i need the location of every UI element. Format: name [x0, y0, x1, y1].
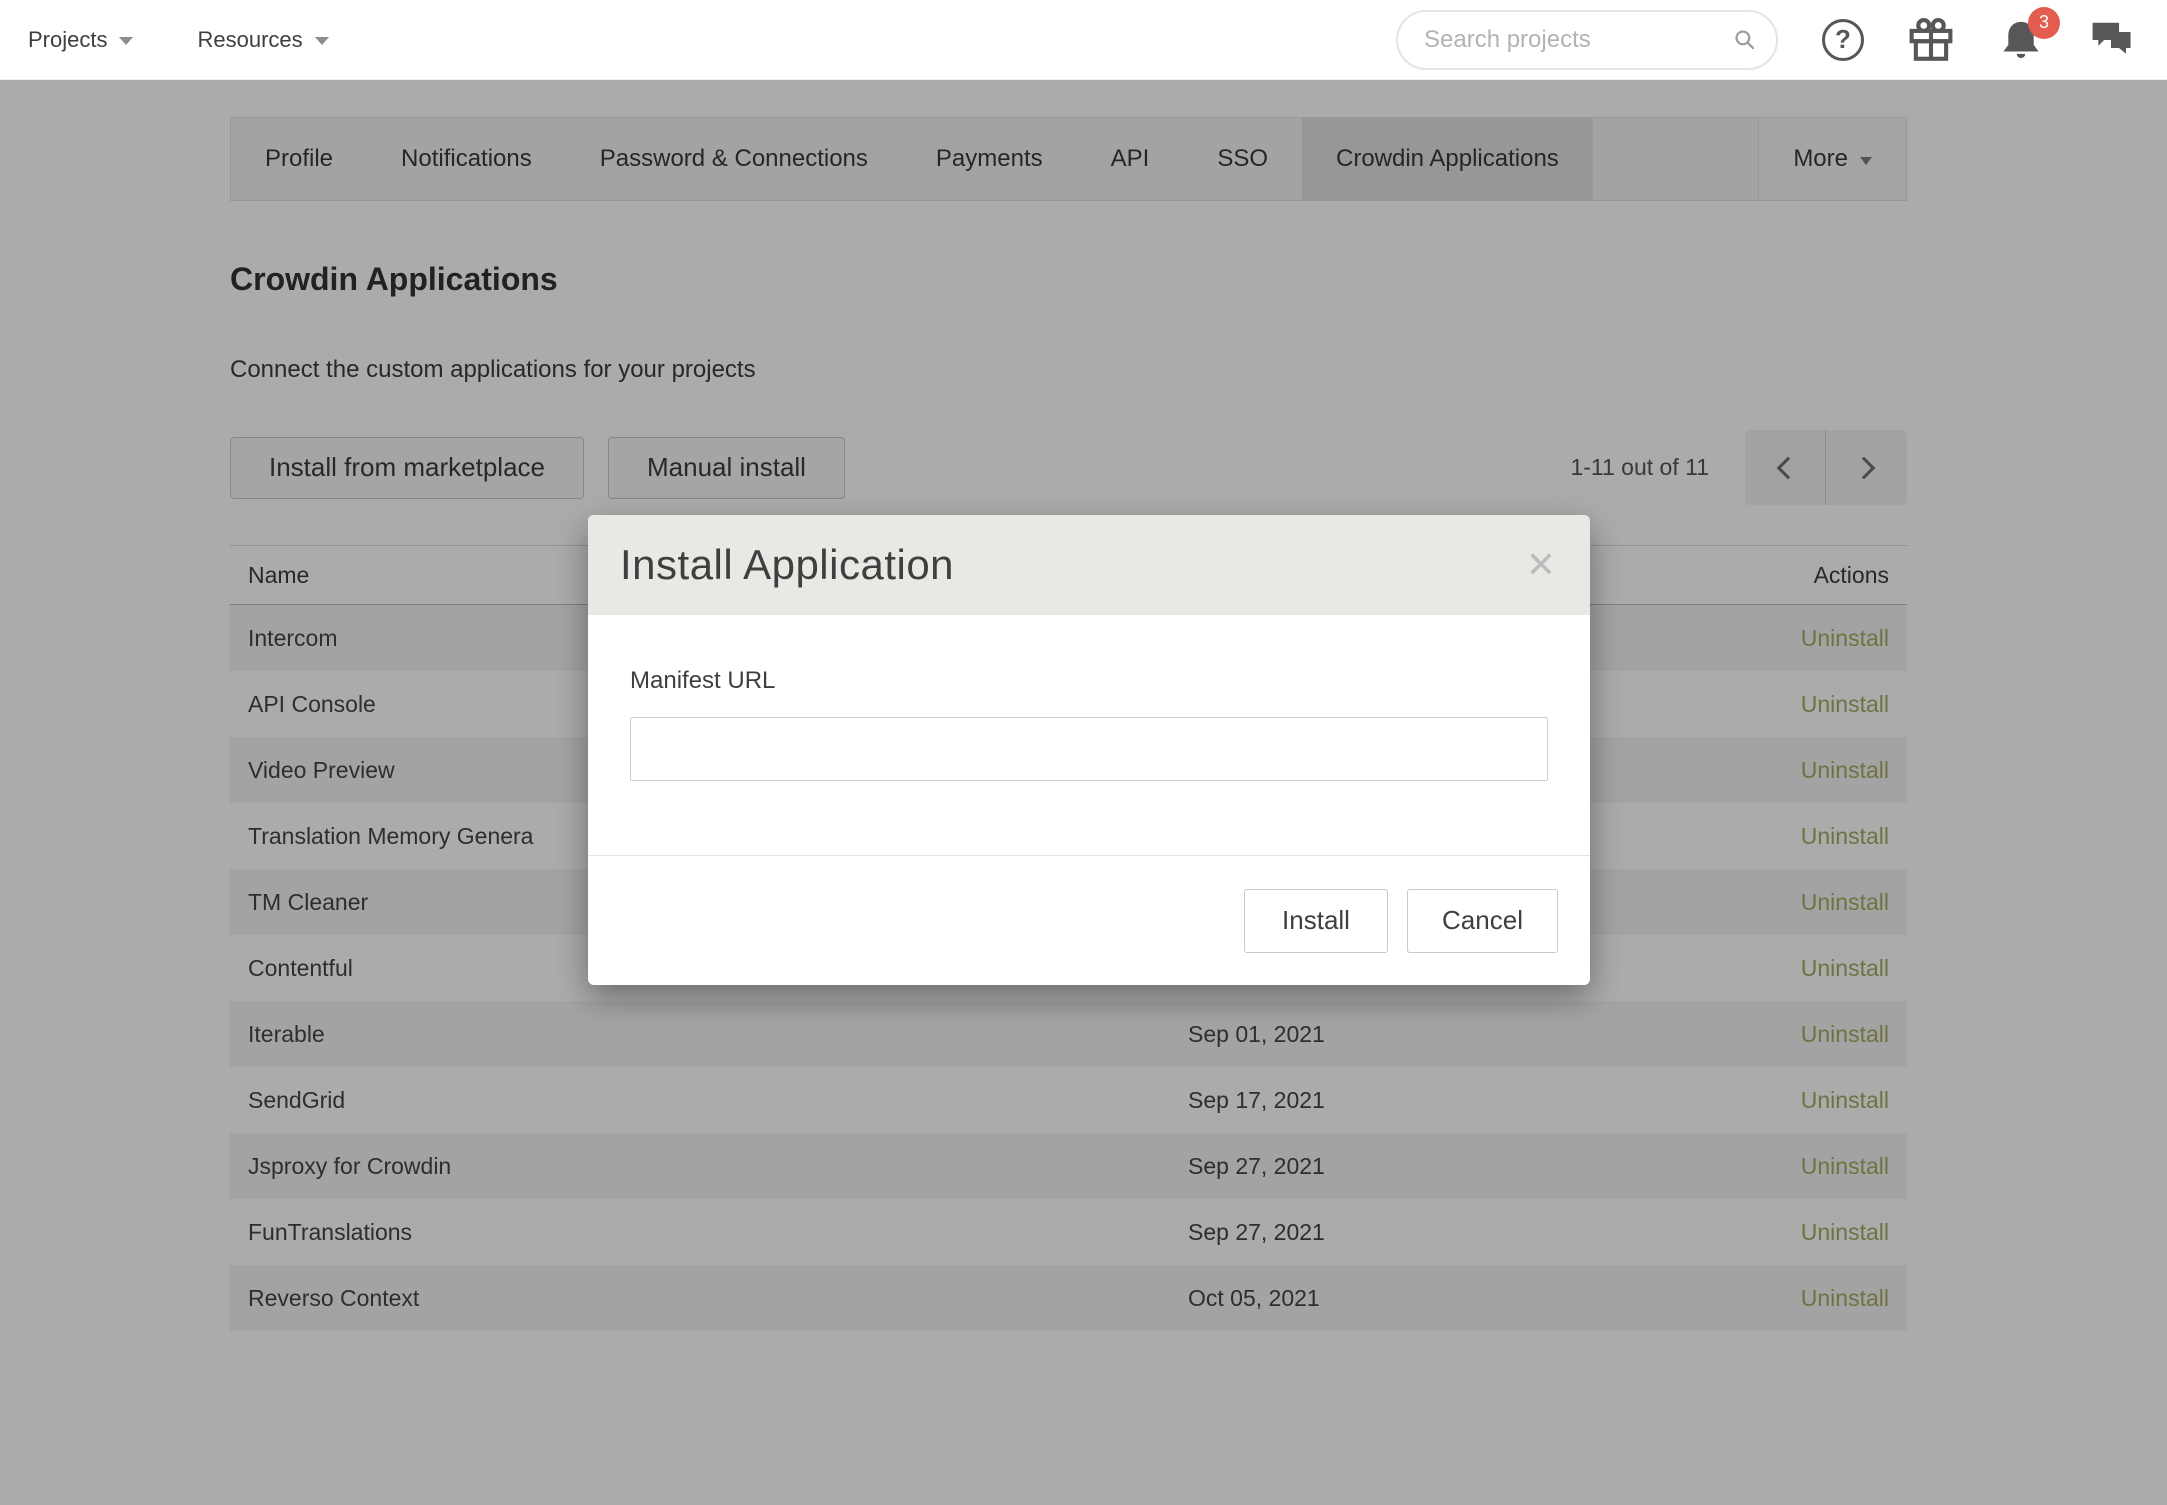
modal-body: Manifest URL [588, 615, 1590, 855]
manifest-url-input[interactable] [630, 717, 1548, 781]
navbar-right: ? 3 [1396, 10, 2134, 70]
chat-icon [2088, 17, 2134, 63]
modal-header: Install Application ✕ [588, 515, 1590, 615]
install-application-modal: Install Application ✕ Manifest URL Insta… [588, 515, 1590, 985]
top-navbar: Projects Resources ? [0, 0, 2167, 80]
search-input[interactable] [1424, 26, 1734, 54]
chevron-down-icon [315, 37, 329, 45]
help-glyph: ? [1835, 24, 1851, 55]
close-icon[interactable]: ✕ [1526, 547, 1556, 583]
whats-new-button[interactable] [1908, 17, 1954, 63]
manifest-url-label: Manifest URL [630, 667, 1548, 695]
messages-button[interactable] [2088, 17, 2134, 63]
chevron-down-icon [119, 37, 133, 45]
modal-footer: Install Cancel [588, 855, 1590, 985]
gift-icon [1908, 17, 1954, 63]
nav-resources-menu[interactable]: Resources [197, 27, 328, 53]
install-button[interactable]: Install [1244, 889, 1388, 953]
nav-projects-menu[interactable]: Projects [28, 27, 133, 53]
nav-projects-label: Projects [28, 27, 107, 53]
modal-title: Install Application [620, 541, 954, 589]
help-button[interactable]: ? [1822, 19, 1864, 61]
notifications-button[interactable]: 3 [1998, 17, 2044, 63]
cancel-button[interactable]: Cancel [1407, 889, 1558, 953]
search-box [1396, 10, 1778, 70]
search-icon[interactable] [1734, 26, 1756, 54]
nav-resources-label: Resources [197, 27, 302, 53]
help-icon: ? [1822, 19, 1864, 61]
notification-badge: 3 [2028, 7, 2060, 39]
